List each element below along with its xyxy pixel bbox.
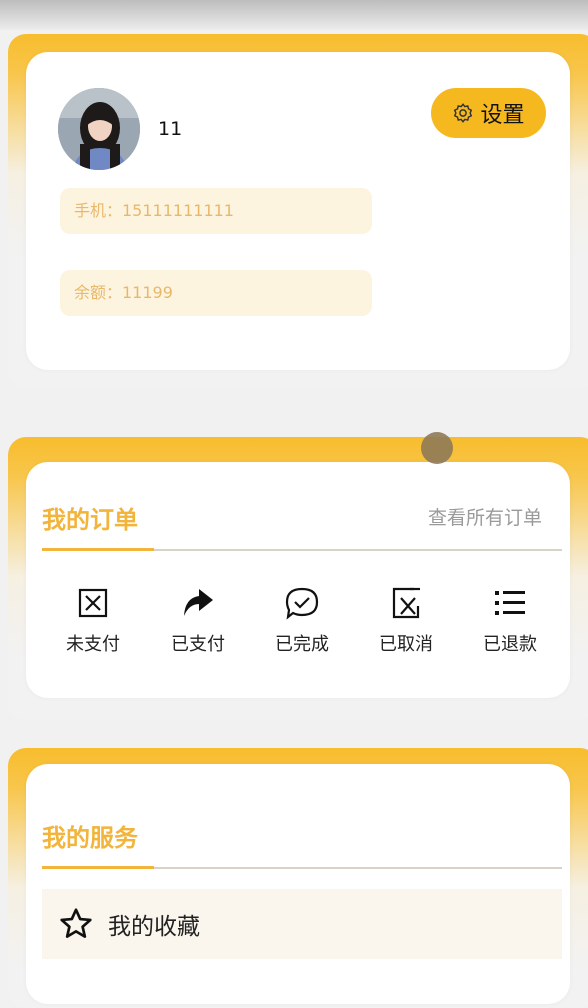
orders-title-underline xyxy=(42,548,154,551)
services-title-underline xyxy=(42,866,154,869)
avatar[interactable] xyxy=(58,88,140,170)
order-unpaid[interactable]: 未支付 xyxy=(48,586,138,656)
order-refunded[interactable]: 已退款 xyxy=(465,586,555,656)
status-bar xyxy=(0,0,588,30)
services-card xyxy=(26,764,570,1004)
touch-indicator xyxy=(421,432,453,464)
paid-share-icon xyxy=(184,589,213,616)
gear-icon xyxy=(454,103,473,123)
balance-info: 余额：11199 xyxy=(60,270,372,316)
order-paid-label: 已支付 xyxy=(171,634,225,655)
order-unpaid-label: 未支付 xyxy=(66,634,120,655)
settings-button[interactable]: 设置 xyxy=(431,88,546,138)
refund-list-icon xyxy=(495,591,525,615)
order-completed[interactable]: 已完成 xyxy=(257,586,347,656)
cancelled-icon xyxy=(392,587,420,619)
order-refunded-label: 已退款 xyxy=(483,634,537,655)
settings-label: 设置 xyxy=(480,103,525,128)
phone-info: 手机：15111111111 xyxy=(60,188,372,234)
service-favorites[interactable]: 我的收藏 xyxy=(42,889,562,959)
order-completed-label: 已完成 xyxy=(275,634,329,655)
order-paid[interactable]: 已支付 xyxy=(153,586,243,656)
username: 11 xyxy=(158,118,183,140)
order-cancelled-label: 已取消 xyxy=(379,634,433,655)
view-all-orders-link[interactable]: 查看所有订单 xyxy=(428,503,542,530)
orders-title: 我的订单 xyxy=(42,506,138,534)
completed-check-icon xyxy=(285,587,319,620)
star-icon xyxy=(60,908,92,938)
unpaid-icon xyxy=(78,588,108,618)
order-cancelled[interactable]: 已取消 xyxy=(361,586,451,656)
services-title: 我的服务 xyxy=(42,824,138,852)
orders-card xyxy=(26,462,570,698)
avatar-image xyxy=(58,88,140,170)
service-favorites-label: 我的收藏 xyxy=(108,914,200,940)
